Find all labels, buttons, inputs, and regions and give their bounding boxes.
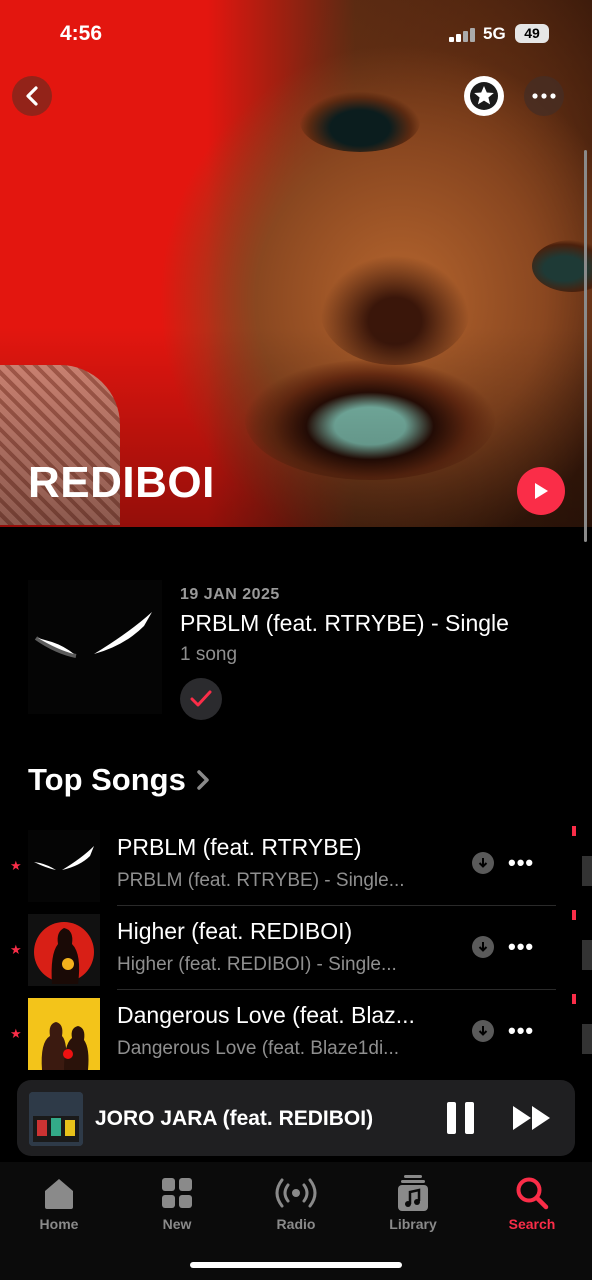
tab-label: Library [389,1216,437,1232]
song-more-button[interactable]: ••• [508,850,534,876]
song-row[interactable]: ★ PRBLM (feat. RTRYBE) PRBLM (feat. RTRY… [0,822,592,906]
added-to-library-button[interactable] [180,678,222,720]
hero-eye-right [532,240,592,292]
song-more-button[interactable]: ••• [508,934,534,960]
more-options-button[interactable] [524,76,564,116]
tab-label: Home [39,1216,79,1232]
tab-label: Radio [276,1216,316,1232]
play-artist-button[interactable] [517,467,565,515]
scroll-indicator[interactable] [584,150,587,542]
release-song-count: 1 song [180,644,238,665]
library-icon [398,1175,428,1211]
next-column-peek[interactable] [572,906,592,990]
song-subtitle: PRBLM (feat. RTRYBE) - Single... [117,870,405,891]
download-button[interactable] [472,1020,494,1042]
tab-library[interactable]: Library [363,1174,463,1232]
status-bar: 4:56 5G 49 [0,22,592,48]
tab-radio[interactable]: Radio [246,1174,346,1232]
song-title: Dangerous Love (feat. Blaz... [117,1002,415,1028]
song-subtitle: Dangerous Love (feat. Blaze1di... [117,1038,400,1059]
play-icon [535,483,548,499]
next-column-peek[interactable] [572,822,592,906]
tab-search[interactable]: Search [482,1174,582,1232]
battery-icon: 49 [515,24,549,43]
mini-player[interactable]: JORO JARA (feat. REDIBOI) [17,1080,575,1156]
now-playing-title[interactable]: JORO JARA (feat. REDIBOI) [95,1107,373,1131]
download-arrow-icon [478,858,488,868]
hero-eye-left [300,92,420,152]
release-date: 19 JAN 2025 [180,586,280,603]
favorite-star-icon: ★ [10,1026,22,1041]
tab-new[interactable]: New [127,1174,227,1232]
chevron-right-icon [197,770,209,790]
song-artwork [28,998,100,1070]
fast-forward-icon[interactable] [511,1104,553,1132]
ellipsis-icon [532,93,556,99]
signal-icon [449,28,477,42]
tab-label: New [162,1216,192,1232]
song-subtitle: Higher (feat. REDIBOI) - Single... [117,954,397,975]
next-column-peek[interactable] [572,990,592,1074]
search-icon [516,1177,549,1210]
song-title: Higher (feat. REDIBOI) [117,918,353,944]
song-more-button[interactable]: ••• [508,1018,534,1044]
radio-icon [275,1178,317,1208]
home-indicator[interactable] [190,1262,402,1268]
download-arrow-icon [478,942,488,952]
artist-name: REDIBOI [28,458,215,507]
checkmark-icon [190,690,212,707]
download-button[interactable] [472,852,494,874]
pause-button[interactable] [447,1102,477,1134]
latest-release[interactable]: 19 JAN 2025 PRBLM (feat. RTRYBE) - Singl… [28,580,568,720]
chevron-left-icon [26,86,38,106]
top-songs-header[interactable]: Top Songs [28,762,210,798]
top-songs-title: Top Songs [28,762,186,797]
grid-icon [162,1178,192,1208]
status-time: 4:56 [60,22,103,45]
now-playing-artwork [29,1092,83,1146]
star-icon [470,82,498,110]
back-button[interactable] [12,76,52,116]
tab-label: Search [508,1216,556,1232]
release-artwork[interactable] [28,580,162,714]
download-arrow-icon [478,1026,488,1036]
home-icon [45,1179,73,1209]
song-artwork [28,914,100,986]
favorite-artist-button[interactable] [464,76,504,116]
song-row[interactable]: ★ Higher (feat. REDIBOI) Higher (feat. R… [0,906,592,990]
artist-hero-image [0,0,592,527]
tab-home[interactable]: Home [9,1174,109,1232]
song-artwork [28,830,100,902]
release-title[interactable]: PRBLM (feat. RTRYBE) - Single [180,610,509,637]
download-button[interactable] [472,936,494,958]
song-title: PRBLM (feat. RTRYBE) [117,834,362,860]
glowing-eyes-artwork-icon [34,612,152,658]
favorite-star-icon: ★ [10,942,22,957]
song-row[interactable]: ★ Dangerous Love (feat. Blaz... Dangerou… [0,990,592,1074]
network-type: 5G [483,24,506,43]
favorite-star-icon: ★ [10,858,22,873]
